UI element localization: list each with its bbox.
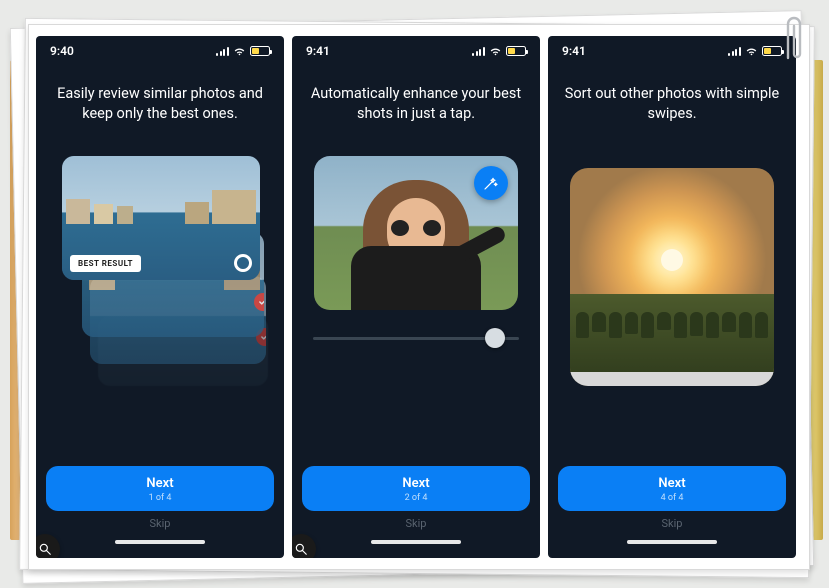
next-button-sub: 4 of 4	[558, 493, 786, 503]
status-bar: 9:41	[548, 36, 796, 66]
onboarding-heading: Easily review similar photos and keep on…	[36, 66, 284, 138]
next-button[interactable]: Next 4 of 4	[558, 466, 786, 511]
next-button[interactable]: Next 1 of 4	[46, 466, 274, 511]
status-time: 9:41	[562, 44, 586, 58]
cellular-icon	[472, 46, 485, 56]
slider-thumb[interactable]	[485, 328, 505, 348]
landscape-photo-card[interactable]	[570, 168, 774, 386]
status-time: 9:41	[306, 44, 330, 58]
enhance-photo-card[interactable]	[314, 156, 518, 310]
wifi-icon	[233, 46, 246, 56]
battery-icon	[250, 46, 270, 56]
skip-button[interactable]: Skip	[558, 517, 786, 534]
status-time: 9:40	[50, 44, 74, 58]
status-bar: 9:41	[292, 36, 540, 66]
magnifier-icon	[38, 542, 52, 556]
next-button-label: Next	[46, 476, 274, 491]
next-button-label: Next	[558, 476, 786, 491]
home-indicator	[627, 540, 717, 544]
best-result-badge: BEST RESULT	[70, 255, 141, 272]
magic-wand-icon	[483, 175, 499, 191]
next-button-label: Next	[302, 476, 530, 491]
next-button-sub: 1 of 4	[46, 493, 274, 503]
skip-button[interactable]: Skip	[302, 517, 530, 534]
next-button[interactable]: Next 2 of 4	[302, 466, 530, 511]
battery-icon	[506, 46, 526, 56]
status-indicators	[216, 46, 270, 56]
enhance-button[interactable]	[474, 166, 508, 200]
best-photo-card[interactable]: BEST RESULT	[62, 156, 260, 280]
sun-illustration	[661, 249, 683, 271]
battery-icon	[762, 46, 782, 56]
thumbnail-strip	[570, 372, 774, 386]
cellular-icon	[216, 46, 229, 56]
wifi-icon	[489, 46, 502, 56]
paperclip-icon	[781, 10, 807, 68]
person-illustration	[351, 160, 481, 310]
onboarding-screen-1: 9:40 Easily review similar photos and ke…	[36, 36, 284, 558]
home-indicator	[371, 540, 461, 544]
photo-stack: BEST RESULT	[62, 156, 258, 416]
wifi-icon	[745, 46, 758, 56]
home-indicator	[115, 540, 205, 544]
select-ring-icon[interactable]	[234, 254, 252, 272]
status-bar: 9:40	[36, 36, 284, 66]
onboarding-screen-2: 9:41 Automatically enhance your best sho…	[292, 36, 540, 558]
onboarding-screen-3: 9:41 Sort out other photos with simple s…	[548, 36, 796, 558]
next-button-sub: 2 of 4	[302, 493, 530, 503]
enhance-slider[interactable]	[313, 328, 519, 348]
magnifier-icon	[294, 542, 308, 556]
skip-button[interactable]: Skip	[46, 517, 274, 534]
status-indicators	[472, 46, 526, 56]
cellular-icon	[728, 46, 741, 56]
onboarding-heading: Automatically enhance your best shots in…	[292, 66, 540, 138]
onboarding-heading: Sort out other photos with simple swipes…	[548, 66, 796, 138]
status-indicators	[728, 46, 782, 56]
